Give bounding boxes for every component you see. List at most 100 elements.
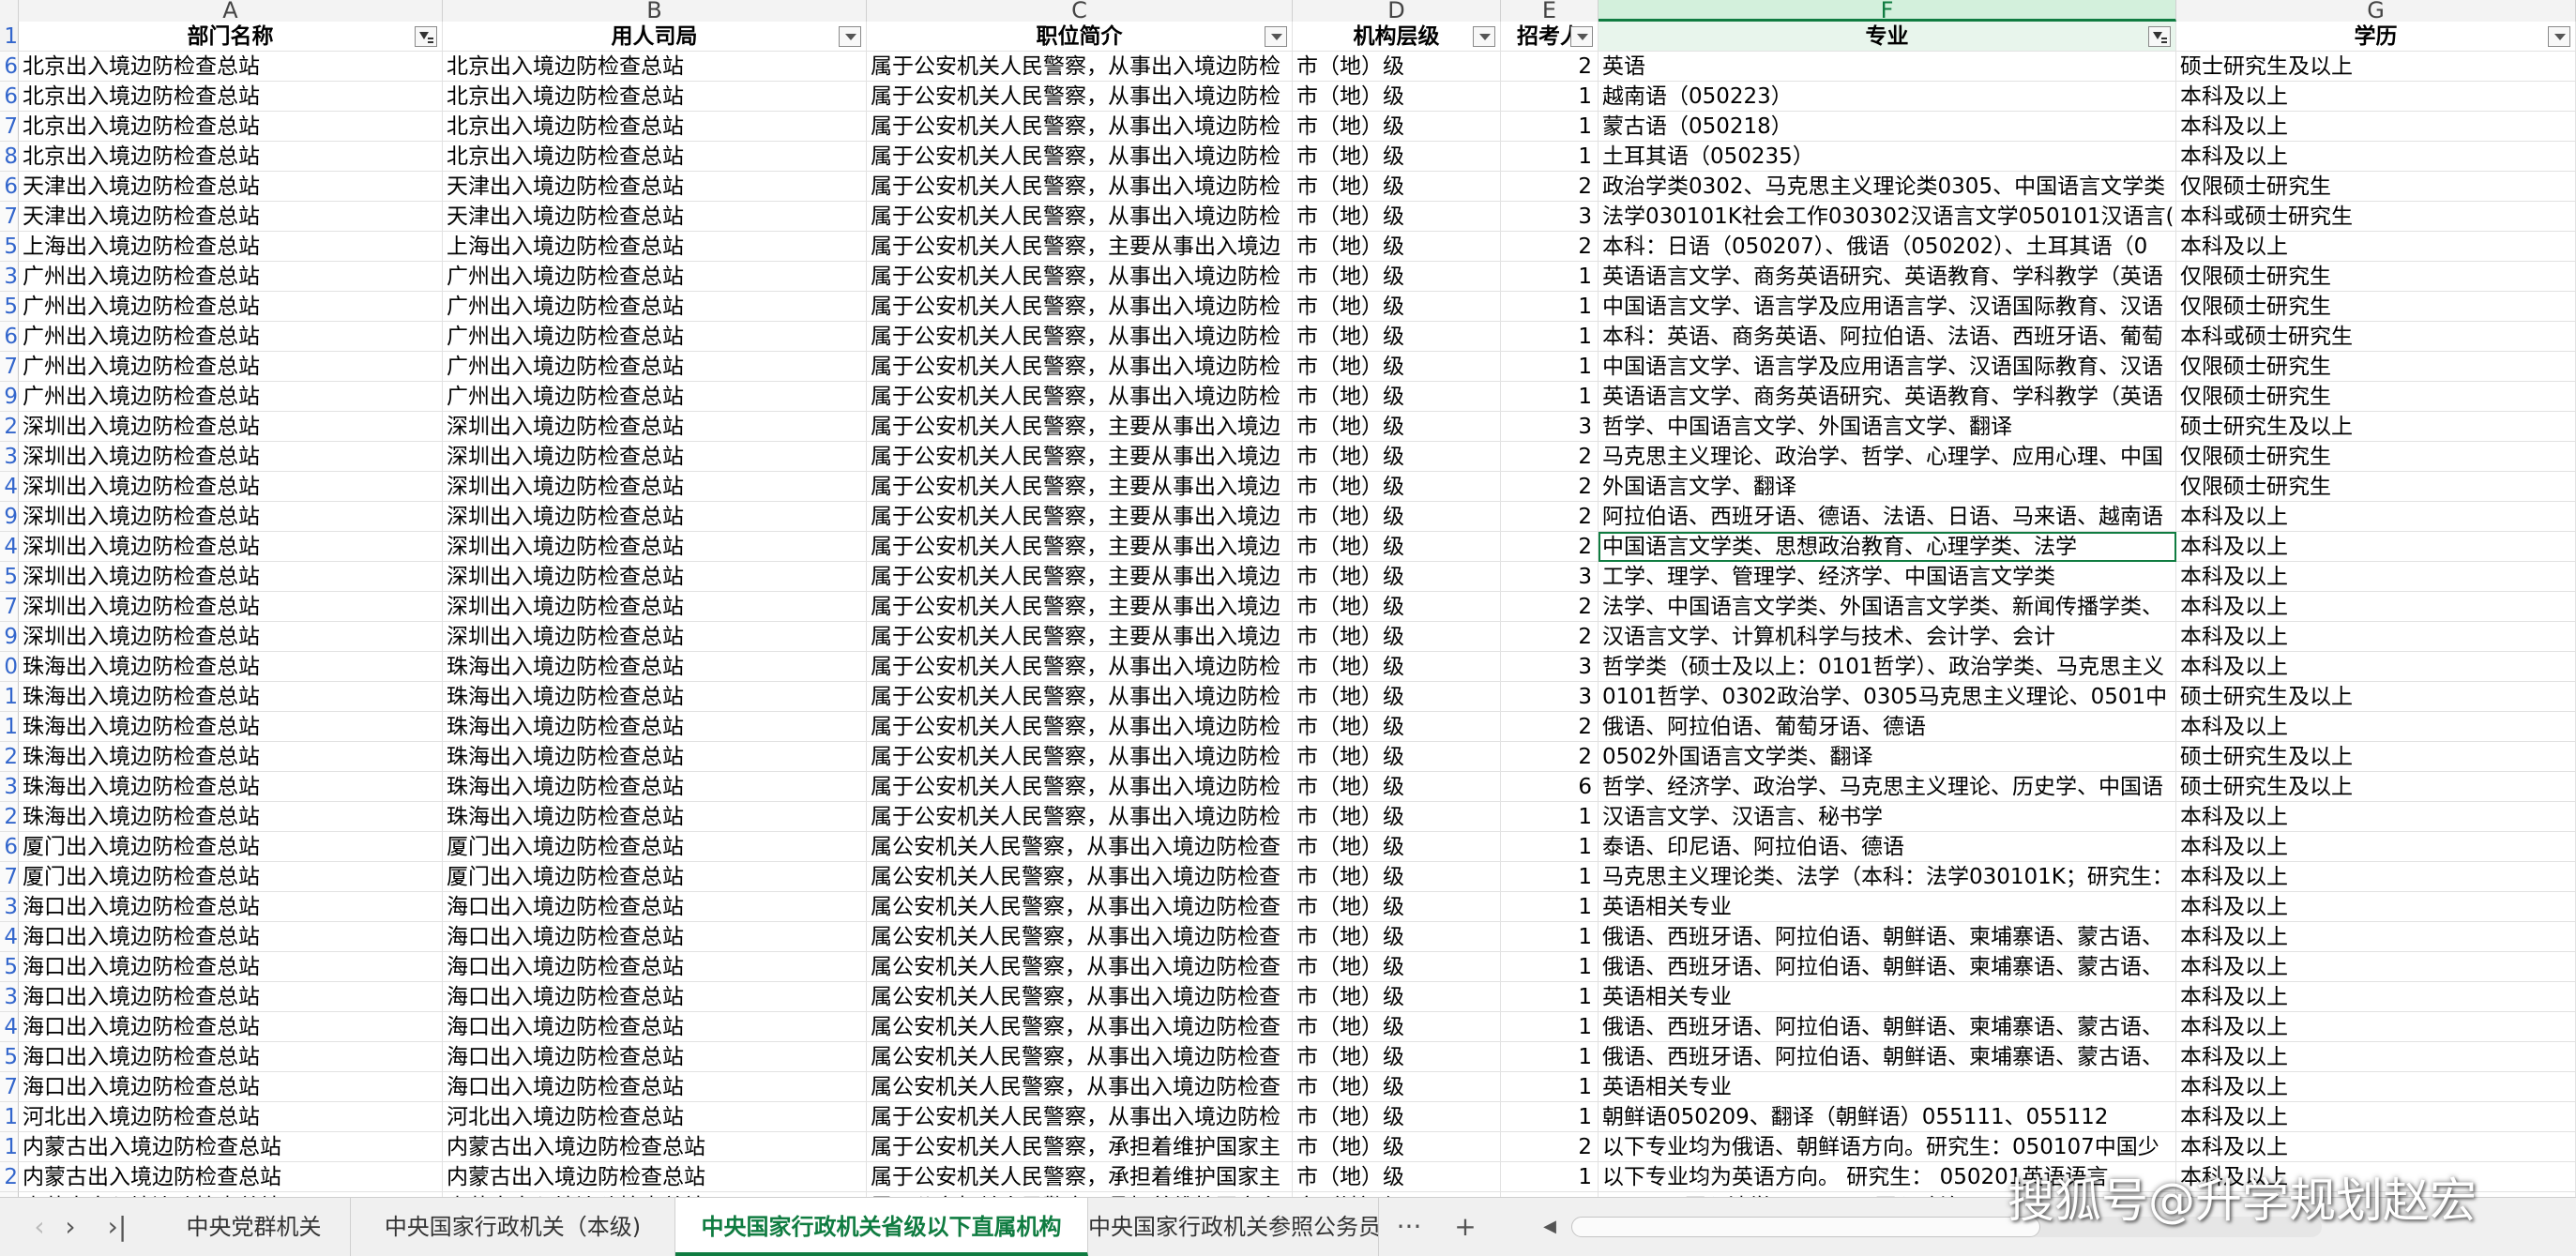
cell-e[interactable]: 2 xyxy=(1501,232,1599,262)
row-number[interactable]: 1 xyxy=(0,1132,19,1162)
cell-e[interactable]: 1 xyxy=(1501,862,1599,892)
cell-b[interactable]: 海口出入境边防检查总站 xyxy=(443,982,867,1012)
column-header-f[interactable]: F xyxy=(1599,0,2176,22)
next-sheet-icon[interactable]: › xyxy=(54,1211,86,1243)
header-cell-d[interactable]: 机构层级 xyxy=(1293,22,1501,52)
cell-c[interactable]: 属于公安机关人民警察，主要从事出入境边 xyxy=(867,442,1293,472)
cell-d[interactable]: 市（地）级 xyxy=(1293,292,1501,322)
cell-a[interactable]: 深圳出入境边防检查总站 xyxy=(19,532,443,562)
cell-e[interactable]: 2 xyxy=(1501,742,1599,772)
cell-c[interactable]: 属于公安机关人民警察，承担着维护国家主 xyxy=(867,1162,1293,1192)
cell-e[interactable]: 2 xyxy=(1501,1132,1599,1162)
cell-f[interactable]: 中国语言文学类、思想政治教育、心理学类、法学 xyxy=(1599,532,2176,562)
column-header-e[interactable]: E xyxy=(1501,0,1599,22)
cell-d[interactable]: 市（地）级 xyxy=(1293,1132,1501,1162)
filter-active-icon[interactable] xyxy=(415,26,437,47)
cell-g[interactable]: 本科及以上 xyxy=(2176,232,2576,262)
cell-a[interactable]: 内蒙古出入境边防检查总站 xyxy=(19,1132,443,1162)
cell-c[interactable]: 属于公安机关人民警察，主要从事出入境边 xyxy=(867,622,1293,652)
row-number[interactable]: 1 xyxy=(0,1102,19,1132)
cell-b[interactable]: 深圳出入境边防检查总站 xyxy=(443,562,867,592)
cell-e[interactable]: 1 xyxy=(1501,82,1599,112)
cell-c[interactable]: 属公安机关人民警察，从事出入境边防检查 xyxy=(867,1012,1293,1042)
cell-g[interactable]: 本科或硕士研究生 xyxy=(2176,322,2576,352)
cell-g[interactable]: 本科及以上 xyxy=(2176,802,2576,832)
cell-g[interactable]: 本科及以上 xyxy=(2176,1132,2576,1162)
row-number[interactable]: 3 xyxy=(0,442,19,472)
cell-f[interactable]: 马克思主义理论类、法学（本科：法学030101K；研究生： xyxy=(1599,862,2176,892)
cell-b[interactable]: 珠海出入境边防检查总站 xyxy=(443,802,867,832)
cell-e[interactable]: 2 xyxy=(1501,442,1599,472)
cell-b[interactable]: 深圳出入境边防检查总站 xyxy=(443,532,867,562)
cell-c[interactable]: 属于公安机关人民警察，从事出入境边防检 xyxy=(867,802,1293,832)
cell-d[interactable]: 市（地）级 xyxy=(1293,772,1501,802)
cell-c[interactable]: 属于公安机关人民警察，从事出入境边防检 xyxy=(867,772,1293,802)
row-number[interactable]: 6 xyxy=(0,322,19,352)
cell-c[interactable]: 属于公安机关人民警察，从事出入境边防检 xyxy=(867,352,1293,382)
cell-f[interactable]: 0101哲学、0302政治学、0305马克思主义理论、0501中 xyxy=(1599,682,2176,712)
cell-e[interactable]: 1 xyxy=(1501,382,1599,412)
cell-c[interactable]: 属于公安机关人民警察，从事出入境边防检 xyxy=(867,82,1293,112)
cell-d[interactable]: 市（地）级 xyxy=(1293,1012,1501,1042)
cell-g[interactable]: 本科及以上 xyxy=(2176,652,2576,682)
cell-f[interactable]: 马克思主义理论、政治学、哲学、心理学、应用心理、中国 xyxy=(1599,442,2176,472)
cell-g[interactable]: 本科及以上 xyxy=(2176,982,2576,1012)
cell-d[interactable]: 市（地）级 xyxy=(1293,262,1501,292)
cell-g[interactable]: 本科及以上 xyxy=(2176,142,2576,172)
cell-e[interactable]: 1 xyxy=(1501,982,1599,1012)
column-header-d[interactable]: D xyxy=(1293,0,1501,22)
cell-e[interactable]: 1 xyxy=(1501,142,1599,172)
cell-d[interactable]: 市（地）级 xyxy=(1293,412,1501,442)
cell-e[interactable]: 2 xyxy=(1501,712,1599,742)
cell-a[interactable]: 北京出入境边防检查总站 xyxy=(19,142,443,172)
sheet-tab[interactable]: 中央国家行政机关省级以下直属机构 xyxy=(675,1198,1088,1256)
cell-f[interactable]: 俄语、西班牙语、阿拉伯语、朝鲜语、柬埔寨语、蒙古语、 xyxy=(1599,1012,2176,1042)
cell-b[interactable]: 广州出入境边防检查总站 xyxy=(443,322,867,352)
cell-f[interactable]: 本科：日语（050207）、俄语（050202）、土耳其语（0 xyxy=(1599,232,2176,262)
cell-g[interactable]: 本科及以上 xyxy=(2176,952,2576,982)
cell-g[interactable]: 仅限硕士研究生 xyxy=(2176,472,2576,502)
header-cell-c[interactable]: 职位简介 xyxy=(867,22,1293,52)
cell-a[interactable]: 天津出入境边防检查总站 xyxy=(19,202,443,232)
cell-f[interactable]: 英语语言文学、商务英语研究、英语教育、学科教学（英语 xyxy=(1599,382,2176,412)
cell-b[interactable]: 海口出入境边防检查总站 xyxy=(443,922,867,952)
cell-a[interactable]: 天津出入境边防检查总站 xyxy=(19,172,443,202)
cell-f[interactable]: 以下专业均为俄语、朝鲜语方向。研究生：050107中国少 xyxy=(1599,1132,2176,1162)
cell-g[interactable]: 本科及以上 xyxy=(2176,592,2576,622)
cell-f[interactable]: 英语 xyxy=(1599,52,2176,82)
cell-c[interactable]: 属于公安机关人民警察，主要从事出入境边 xyxy=(867,502,1293,532)
cell-a[interactable]: 广州出入境边防检查总站 xyxy=(19,352,443,382)
cell-c[interactable]: 属于公安机关人民警察，主要从事出入境边 xyxy=(867,562,1293,592)
cell-e[interactable]: 1 xyxy=(1501,922,1599,952)
column-header-a[interactable]: A xyxy=(19,0,443,22)
row-number[interactable]: 7 xyxy=(0,352,19,382)
row-number[interactable]: 5 xyxy=(0,1042,19,1072)
cell-c[interactable]: 属于公安机关人民警察，从事出入境边防检 xyxy=(867,112,1293,142)
cell-f[interactable]: 0502外国语言文学类、翻译 xyxy=(1599,742,2176,772)
cell-b[interactable]: 海口出入境边防检查总站 xyxy=(443,1012,867,1042)
cell-e[interactable]: 1 xyxy=(1501,1072,1599,1102)
cell-a[interactable]: 海口出入境边防检查总站 xyxy=(19,1072,443,1102)
cell-e[interactable]: 1 xyxy=(1501,262,1599,292)
cell-b[interactable]: 深圳出入境边防检查总站 xyxy=(443,502,867,532)
cell-f[interactable]: 俄语、西班牙语、阿拉伯语、朝鲜语、柬埔寨语、蒙古语、 xyxy=(1599,952,2176,982)
cell-b[interactable]: 厦门出入境边防检查总站 xyxy=(443,862,867,892)
cell-d[interactable]: 市（地）级 xyxy=(1293,862,1501,892)
cell-c[interactable]: 属公安机关人民警察，从事出入境边防检查 xyxy=(867,862,1293,892)
cell-f[interactable]: 蒙古语（050218） xyxy=(1599,112,2176,142)
cell-b[interactable]: 天津出入境边防检查总站 xyxy=(443,202,867,232)
cell-a[interactable]: 深圳出入境边防检查总站 xyxy=(19,622,443,652)
cell-b[interactable]: 珠海出入境边防检查总站 xyxy=(443,652,867,682)
cell-e[interactable]: 3 xyxy=(1501,652,1599,682)
cell-c[interactable]: 属于公安机关人民警察，从事出入境边防检 xyxy=(867,202,1293,232)
cell-c[interactable]: 属于公安机关人民警察，从事出入境边防检 xyxy=(867,52,1293,82)
cell-f[interactable]: 英语相关专业 xyxy=(1599,1072,2176,1102)
cell-g[interactable]: 仅限硕士研究生 xyxy=(2176,172,2576,202)
cell-b[interactable]: 广州出入境边防检查总站 xyxy=(443,292,867,322)
row-number[interactable]: 7 xyxy=(0,1072,19,1102)
cell-a[interactable]: 河北出入境边防检查总站 xyxy=(19,1102,443,1132)
header-cell-b[interactable]: 用人司局 xyxy=(443,22,867,52)
cell-a[interactable]: 珠海出入境边防检查总站 xyxy=(19,712,443,742)
cell-g[interactable]: 硕士研究生及以上 xyxy=(2176,772,2576,802)
cell-f[interactable]: 土耳其语（050235） xyxy=(1599,142,2176,172)
